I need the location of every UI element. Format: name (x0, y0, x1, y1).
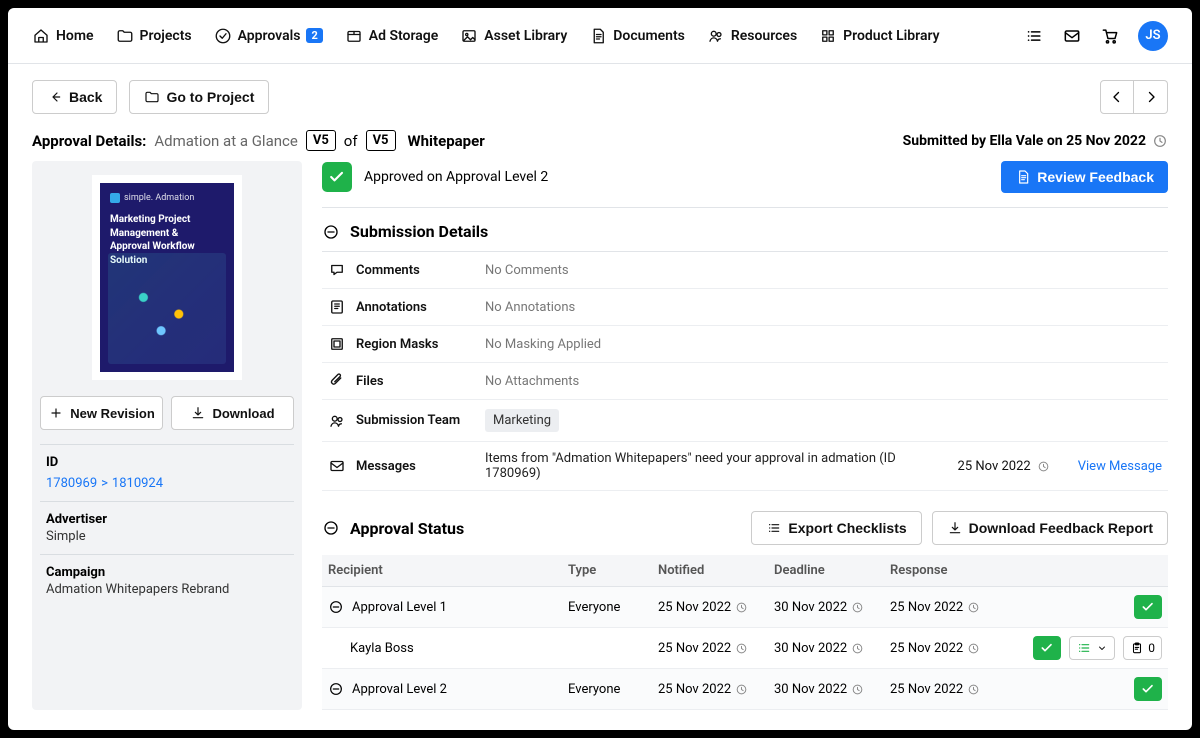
message-text: Items from "Admation Whitepapers" need y… (485, 451, 946, 481)
version-of: of (344, 132, 358, 150)
recipient-name: Approval Level 1 (352, 600, 447, 615)
checklist-button[interactable] (1069, 636, 1115, 660)
notified-cell: 25 Nov 2022 (658, 682, 774, 697)
collapse-icon[interactable] (328, 599, 344, 615)
type-cell: Everyone (568, 600, 658, 615)
nav-home[interactable]: Home (32, 27, 94, 45)
id-link-1[interactable]: 1780969 (46, 476, 97, 491)
submitted-by: Submitted by Ella Vale on 25 Nov 2022 (903, 133, 1168, 149)
response-check-icon (1134, 677, 1162, 701)
masks-value: No Masking Applied (485, 337, 1162, 352)
top-nav: Home Projects Approvals2 Ad Storage Asse… (8, 8, 1192, 64)
submission-details-title: Submission Details (350, 222, 488, 241)
files-value: No Attachments (485, 374, 1162, 389)
download-feedback-button[interactable]: Download Feedback Report (932, 511, 1168, 545)
clock-icon (1037, 460, 1050, 473)
type-cell: Everyone (568, 682, 658, 697)
back-button[interactable]: Back (32, 80, 117, 114)
deadline-cell: 30 Nov 2022 (774, 600, 890, 615)
notified-cell: 25 Nov 2022 (658, 641, 774, 656)
mask-icon (328, 335, 346, 353)
message-date: 25 Nov 2022 (958, 459, 1050, 474)
th-deadline: Deadline (774, 563, 890, 578)
preview-thumbnail[interactable]: simple. Admation Marketing Project Manag… (40, 169, 294, 386)
annotations-value: No Annotations (485, 300, 1162, 315)
approved-check-icon (322, 162, 352, 192)
approval-type: Whitepaper (408, 132, 485, 150)
attach-icon (328, 372, 346, 390)
main-panel: Approved on Approval Level 2 Review Feed… (322, 161, 1168, 710)
id-link-2[interactable]: 1810924 (112, 476, 163, 491)
version-pager (1100, 80, 1168, 114)
id-label: ID (46, 455, 288, 470)
messages-icon (328, 457, 346, 475)
comments-value: No Comments (485, 263, 1162, 278)
nav-projects[interactable]: Projects (116, 27, 192, 45)
export-checklists-button[interactable]: Export Checklists (751, 511, 921, 545)
comment-icon (328, 261, 346, 279)
response-cell: 25 Nov 2022 (890, 641, 1006, 656)
campaign-value: Admation Whitepapers Rebrand (46, 582, 288, 597)
nav-asset-library[interactable]: Asset Library (460, 27, 567, 45)
th-type: Type (568, 563, 658, 578)
view-message-link[interactable]: View Message (1078, 459, 1162, 474)
collapse-icon[interactable] (328, 681, 344, 697)
approval-status-text: Approved on Approval Level 2 (364, 169, 548, 185)
annotations-icon (328, 298, 346, 316)
version-total: V5 (366, 130, 396, 151)
list-icon[interactable] (1024, 26, 1044, 46)
download-button[interactable]: Download (171, 396, 294, 430)
response-cell: 25 Nov 2022 (890, 682, 1006, 697)
team-icon (328, 412, 346, 430)
new-revision-button[interactable]: New Revision (40, 396, 163, 430)
recipient-name: Kayla Boss (350, 641, 414, 656)
approval-status-table: Recipient Type Notified Deadline Respons… (322, 555, 1168, 710)
table-row: Approval Level 1Everyone25 Nov 2022 30 N… (322, 587, 1168, 628)
deadline-cell: 30 Nov 2022 (774, 682, 890, 697)
page-title-name: Admation at a Glance (154, 132, 297, 150)
pager-prev[interactable] (1100, 80, 1134, 114)
nav-documents[interactable]: Documents (589, 27, 685, 45)
approval-status-title: Approval Status (350, 519, 464, 538)
pager-next[interactable] (1134, 80, 1168, 114)
th-response: Response (890, 563, 1006, 578)
deadline-cell: 30 Nov 2022 (774, 641, 890, 656)
team-tag: Marketing (485, 409, 559, 432)
nav-product-library[interactable]: Product Library (819, 27, 939, 45)
version-current: V5 (306, 130, 336, 151)
response-check-icon (1134, 595, 1162, 619)
preview-brand: simple. Admation (110, 193, 224, 203)
page-title-label: Approval Details: (32, 132, 146, 150)
nav-ad-storage[interactable]: Ad Storage (345, 27, 439, 45)
response-check-icon (1033, 636, 1061, 660)
nav-approvals[interactable]: Approvals2 (214, 27, 323, 45)
review-feedback-button[interactable]: Review Feedback (1001, 161, 1168, 193)
th-recipient: Recipient (328, 563, 568, 578)
advertiser-value: Simple (46, 529, 288, 544)
sidebar: simple. Admation Marketing Project Manag… (32, 161, 302, 710)
th-notified: Notified (658, 563, 774, 578)
cart-icon[interactable] (1100, 26, 1120, 46)
mail-icon[interactable] (1062, 26, 1082, 46)
collapse-toggle[interactable] (322, 223, 340, 241)
table-row: Approval Level 2Everyone25 Nov 2022 30 N… (322, 669, 1168, 710)
clipboard-count[interactable]: 0 (1123, 636, 1162, 660)
recipient-name: Approval Level 2 (352, 682, 447, 697)
table-row: Kayla Boss 25 Nov 2022 30 Nov 2022 25 Nov… (322, 628, 1168, 669)
approvals-badge: 2 (306, 28, 322, 43)
avatar[interactable]: JS (1138, 21, 1168, 51)
campaign-label: Campaign (46, 565, 288, 580)
go-to-project-button[interactable]: Go to Project (129, 80, 269, 114)
response-cell: 25 Nov 2022 (890, 600, 1006, 615)
nav-resources[interactable]: Resources (707, 27, 797, 45)
clock-icon (1152, 133, 1168, 149)
notified-cell: 25 Nov 2022 (658, 600, 774, 615)
collapse-toggle[interactable] (322, 519, 340, 537)
advertiser-label: Advertiser (46, 512, 288, 527)
